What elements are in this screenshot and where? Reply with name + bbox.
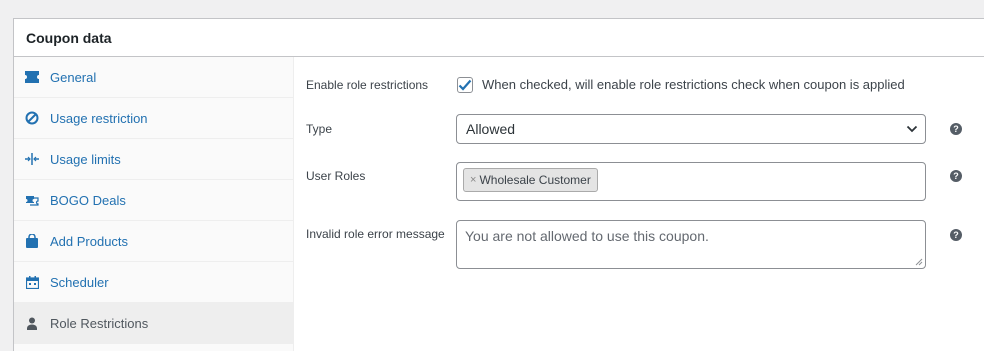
tab-usage-restriction[interactable]: Usage restriction (14, 98, 293, 139)
user-roles-label: User Roles (306, 169, 366, 183)
role-chip: × Wholesale Customer (463, 168, 598, 192)
type-select[interactable]: Allowed (456, 114, 926, 144)
tab-label: Add Products (50, 233, 129, 249)
enable-role-restrictions-description: When checked, will enable role restricti… (482, 77, 905, 92)
tab-label: Usage limits (50, 151, 121, 167)
limits-icon (24, 151, 40, 167)
role-chip-label: Wholesale Customer (479, 173, 591, 187)
user-roles-multiselect[interactable]: × Wholesale Customer (456, 162, 926, 201)
tab-label: Usage restriction (50, 110, 148, 126)
ticket-icon (24, 69, 40, 85)
invalid-role-error-textarea[interactable]: You are not allowed to use this coupon. (456, 220, 926, 269)
coupon-data-panel: Coupon data General Usage restriction Us… (13, 18, 984, 351)
tab-label: BOGO Deals (50, 192, 126, 208)
panel-header: Coupon data (14, 19, 984, 57)
textarea-placeholder: You are not allowed to use this coupon. (465, 228, 709, 244)
chevron-down-icon (906, 125, 918, 133)
panel-title: Coupon data (26, 29, 112, 46)
panel-body: General Usage restriction Usage limits B… (14, 57, 984, 351)
resize-handle-icon[interactable] (915, 258, 923, 266)
calendar-icon (24, 274, 40, 290)
tabs-sidebar: General Usage restriction Usage limits B… (14, 57, 294, 351)
tab-scheduler[interactable]: Scheduler (14, 262, 293, 303)
type-help-icon[interactable]: ? (950, 123, 962, 135)
tab-add-products[interactable]: Add Products (14, 221, 293, 262)
user-roles-help-icon[interactable]: ? (950, 170, 962, 182)
type-select-value: Allowed (466, 121, 516, 137)
block-icon (24, 110, 40, 126)
tab-label: General (50, 69, 97, 85)
tab-usage-limits[interactable]: Usage limits (14, 139, 293, 180)
tab-label: Role Restrictions (50, 315, 149, 331)
remove-chip-icon[interactable]: × (470, 174, 476, 186)
bogo-icon (24, 192, 40, 208)
tab-role-restrictions[interactable]: Role Restrictions (14, 303, 293, 344)
user-icon (24, 315, 40, 331)
invalid-role-error-label: Invalid role error message (306, 227, 445, 241)
tab-bogo-deals[interactable]: BOGO Deals (14, 180, 293, 221)
error-message-help-icon[interactable]: ? (950, 229, 962, 241)
type-label: Type (306, 122, 333, 136)
bag-icon (24, 233, 40, 249)
role-restrictions-panel: Enable role restrictions When checked, w… (294, 57, 984, 351)
tab-label: Scheduler (50, 274, 109, 290)
tab-general[interactable]: General (14, 57, 293, 98)
enable-role-restrictions-label: Enable role restrictions (306, 78, 429, 92)
checkmark-icon (458, 79, 472, 91)
enable-role-restrictions-checkbox[interactable] (457, 77, 473, 93)
